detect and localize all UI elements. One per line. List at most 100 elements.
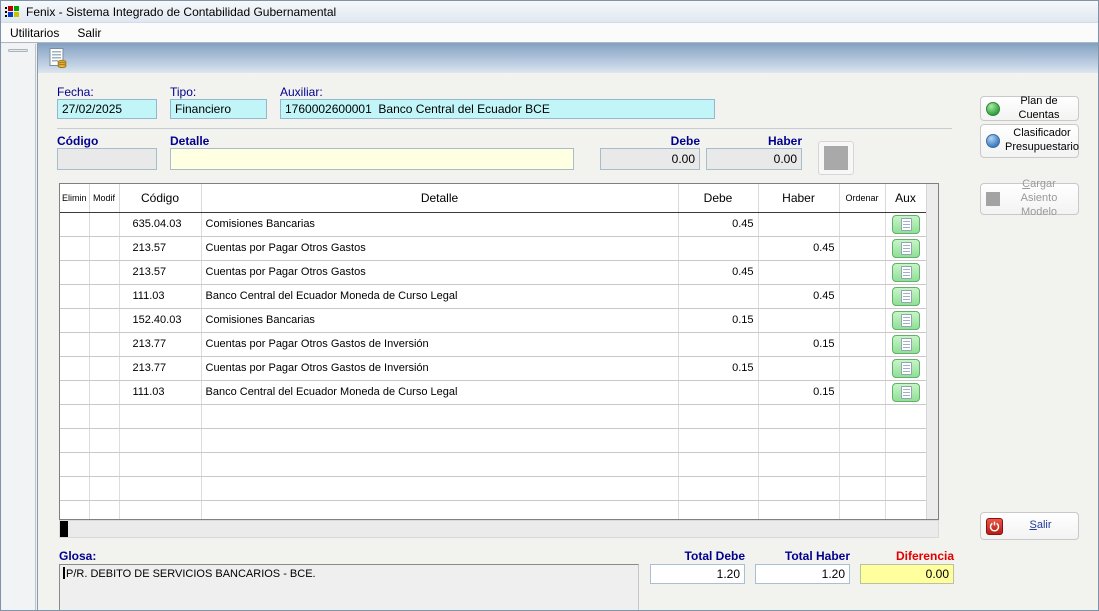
cell-detalle[interactable]: Cuentas por Pagar Otros Gastos de Invers… xyxy=(201,356,678,380)
cell-modif[interactable] xyxy=(89,428,119,452)
aux-button[interactable] xyxy=(892,215,920,234)
cell-debe[interactable]: 0.15 xyxy=(678,356,758,380)
cell-haber[interactable] xyxy=(758,212,839,236)
cell-ordenar[interactable] xyxy=(839,476,885,500)
cell-haber[interactable]: 0.45 xyxy=(758,284,839,308)
table-row[interactable]: 635.04.03Comisiones Bancarias0.45 xyxy=(60,212,926,236)
cell-codigo[interactable]: 213.77 xyxy=(119,356,201,380)
cell-debe[interactable] xyxy=(678,284,758,308)
cell-modif[interactable] xyxy=(89,284,119,308)
cell-detalle[interactable] xyxy=(201,452,678,476)
cell-codigo[interactable]: 213.77 xyxy=(119,332,201,356)
cell-detalle[interactable] xyxy=(201,476,678,500)
entry-haber-input[interactable] xyxy=(706,148,802,170)
cell-ordenar[interactable] xyxy=(839,404,885,428)
cell-haber[interactable] xyxy=(758,404,839,428)
cell-codigo[interactable] xyxy=(119,452,201,476)
cell-detalle[interactable] xyxy=(201,404,678,428)
cell-ordenar[interactable] xyxy=(839,500,885,520)
cell-elimin[interactable] xyxy=(60,452,89,476)
cell-modif[interactable] xyxy=(89,404,119,428)
cell-modif[interactable] xyxy=(89,500,119,520)
table-row[interactable]: 213.57Cuentas por Pagar Otros Gastos0.45 xyxy=(60,236,926,260)
tipo-input[interactable] xyxy=(170,99,267,119)
cell-elimin[interactable] xyxy=(60,428,89,452)
cell-ordenar[interactable] xyxy=(839,452,885,476)
cell-ordenar[interactable] xyxy=(839,332,885,356)
cell-elimin[interactable] xyxy=(60,356,89,380)
aux-button[interactable] xyxy=(892,359,920,378)
cell-debe[interactable] xyxy=(678,452,758,476)
aux-button[interactable] xyxy=(892,383,920,402)
table-row[interactable] xyxy=(60,476,926,500)
cell-elimin[interactable] xyxy=(60,500,89,520)
table-row[interactable]: 111.03Banco Central del Ecuador Moneda d… xyxy=(60,284,926,308)
cell-modif[interactable] xyxy=(89,212,119,236)
cell-codigo[interactable]: 111.03 xyxy=(119,284,201,308)
cell-detalle[interactable] xyxy=(201,428,678,452)
table-row[interactable]: 213.77Cuentas por Pagar Otros Gastos de … xyxy=(60,332,926,356)
cell-ordenar[interactable] xyxy=(839,260,885,284)
grid-horizontal-scrollbar[interactable] xyxy=(59,520,939,538)
cell-elimin[interactable] xyxy=(60,476,89,500)
cell-elimin[interactable] xyxy=(60,260,89,284)
cell-detalle[interactable] xyxy=(201,500,678,520)
cell-haber[interactable] xyxy=(758,476,839,500)
cell-haber[interactable]: 0.45 xyxy=(758,236,839,260)
cell-ordenar[interactable] xyxy=(839,212,885,236)
cell-codigo[interactable]: 635.04.03 xyxy=(119,212,201,236)
aux-button[interactable] xyxy=(892,311,920,330)
menu-salir[interactable]: Salir xyxy=(68,24,110,42)
cell-detalle[interactable]: Banco Central del Ecuador Moneda de Curs… xyxy=(201,284,678,308)
cell-modif[interactable] xyxy=(89,356,119,380)
plan-de-cuentas-button[interactable]: Plan de Cuentas xyxy=(980,96,1079,121)
cell-ordenar[interactable] xyxy=(839,428,885,452)
cell-modif[interactable] xyxy=(89,452,119,476)
salir-button[interactable]: Salir xyxy=(980,512,1079,540)
cell-codigo[interactable] xyxy=(119,428,201,452)
cell-modif[interactable] xyxy=(89,236,119,260)
cell-codigo[interactable] xyxy=(119,404,201,428)
cell-debe[interactable]: 0.45 xyxy=(678,212,758,236)
table-row[interactable] xyxy=(60,428,926,452)
cell-debe[interactable] xyxy=(678,332,758,356)
cell-haber[interactable]: 0.15 xyxy=(758,332,839,356)
cell-codigo[interactable]: 213.57 xyxy=(119,260,201,284)
aux-button[interactable] xyxy=(892,287,920,306)
cell-elimin[interactable] xyxy=(60,404,89,428)
table-row[interactable] xyxy=(60,500,926,520)
table-row[interactable] xyxy=(60,404,926,428)
cell-elimin[interactable] xyxy=(60,332,89,356)
table-row[interactable]: 213.77Cuentas por Pagar Otros Gastos de … xyxy=(60,356,926,380)
cell-detalle[interactable]: Comisiones Bancarias xyxy=(201,308,678,332)
fecha-input[interactable] xyxy=(57,99,157,119)
aux-button[interactable] xyxy=(892,239,920,258)
cell-ordenar[interactable] xyxy=(839,308,885,332)
cell-codigo[interactable]: 111.03 xyxy=(119,380,201,404)
cell-detalle[interactable]: Cuentas por Pagar Otros Gastos de Invers… xyxy=(201,332,678,356)
cell-modif[interactable] xyxy=(89,260,119,284)
cell-codigo[interactable] xyxy=(119,500,201,520)
cell-elimin[interactable] xyxy=(60,236,89,260)
table-row[interactable]: 111.03Banco Central del Ecuador Moneda d… xyxy=(60,380,926,404)
cell-debe[interactable]: 0.45 xyxy=(678,260,758,284)
cell-haber[interactable] xyxy=(758,428,839,452)
grid-vertical-scrollbar[interactable] xyxy=(926,184,938,519)
panel-grip-handle[interactable] xyxy=(8,49,28,52)
cargar-asiento-modelo-button[interactable]: Cargar Asiento Modelo xyxy=(980,183,1079,215)
entry-debe-input[interactable] xyxy=(600,148,700,170)
cell-haber[interactable]: 0.15 xyxy=(758,380,839,404)
cell-haber[interactable] xyxy=(758,452,839,476)
cell-codigo[interactable]: 152.40.03 xyxy=(119,308,201,332)
entry-detalle-input[interactable] xyxy=(170,148,574,170)
scrollbar-thumb[interactable] xyxy=(60,521,68,537)
cell-debe[interactable] xyxy=(678,428,758,452)
aux-button[interactable] xyxy=(892,263,920,282)
glosa-textarea[interactable]: P/R. DEBITO DE SERVICIOS BANCARIOS - BCE… xyxy=(59,564,639,611)
cell-haber[interactable] xyxy=(758,500,839,520)
cell-haber[interactable] xyxy=(758,260,839,284)
cell-debe[interactable] xyxy=(678,476,758,500)
cell-modif[interactable] xyxy=(89,332,119,356)
clasificador-presupuestario-button[interactable]: Clasificador Presupuestario xyxy=(980,124,1079,158)
cell-debe[interactable] xyxy=(678,236,758,260)
